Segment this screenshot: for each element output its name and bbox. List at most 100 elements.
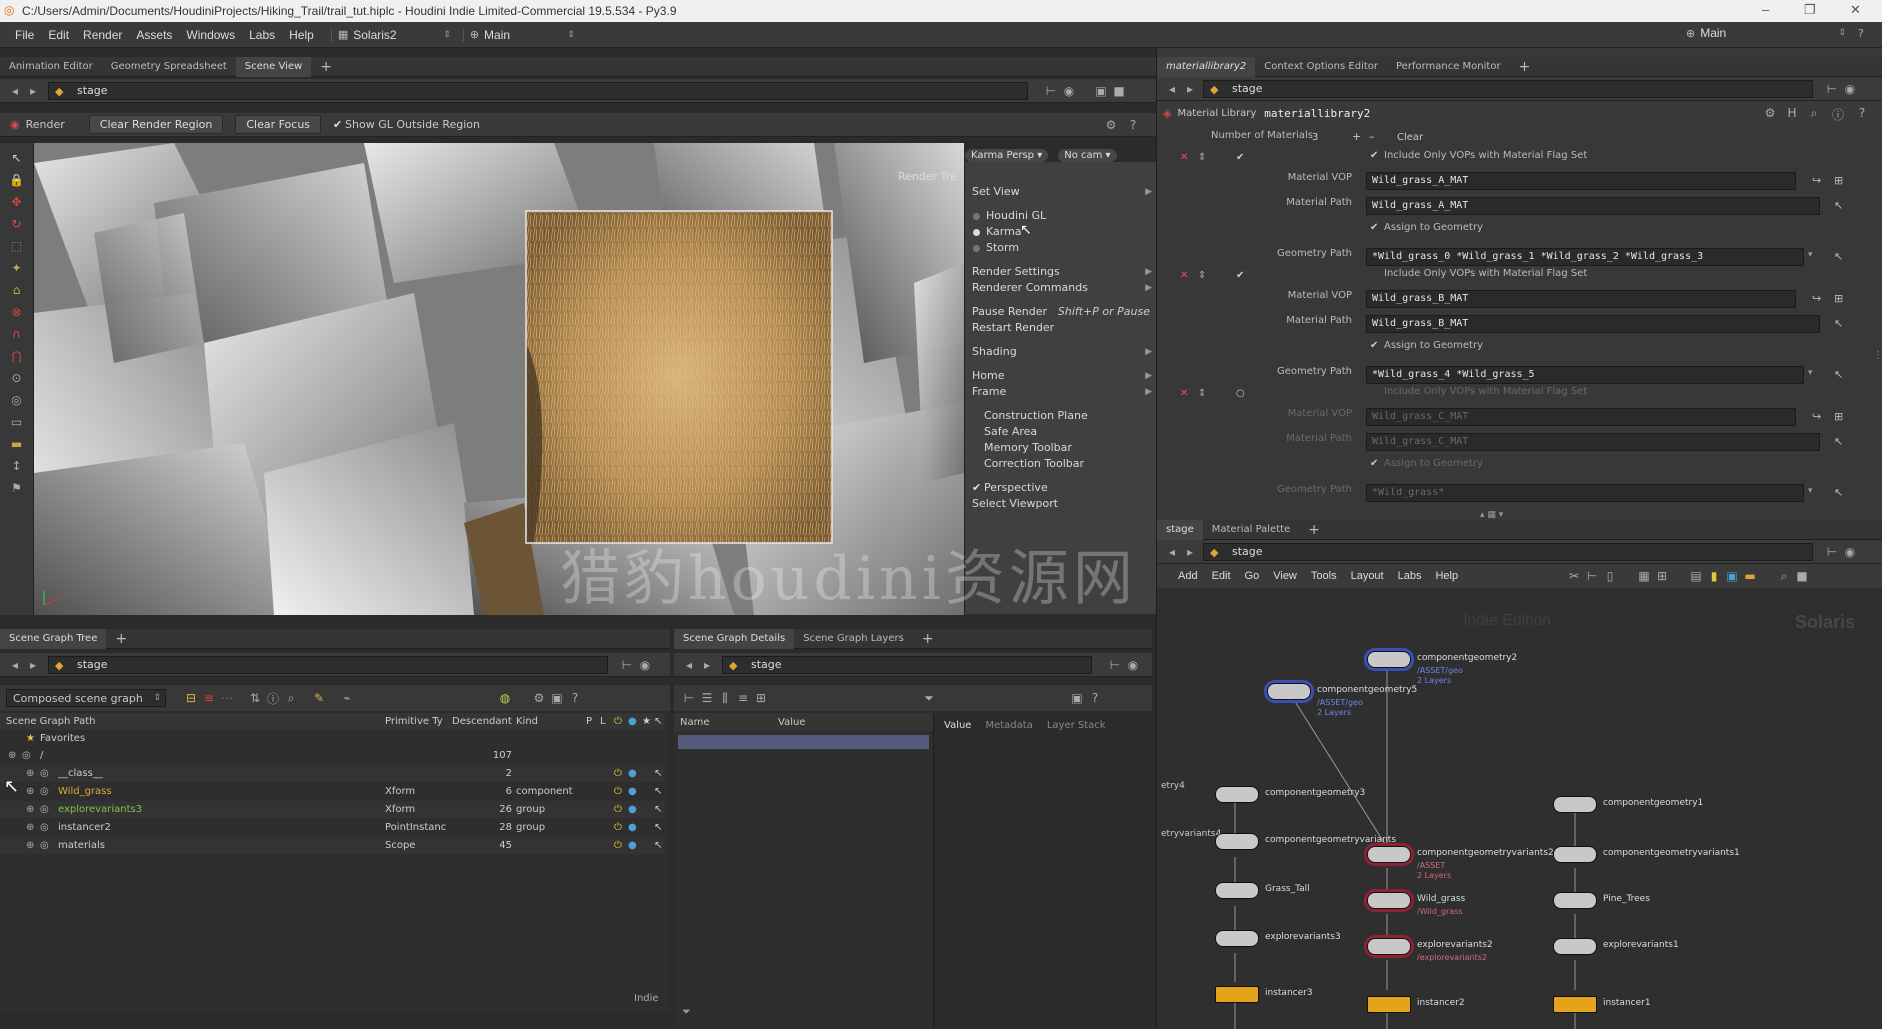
menu-assets[interactable]: Assets xyxy=(129,28,179,42)
expand-icon[interactable]: ⊕ xyxy=(26,801,34,818)
menu-windows[interactable]: Windows xyxy=(179,28,242,42)
close-button[interactable]: ✕ xyxy=(1850,2,1861,18)
scale-tool-icon[interactable]: ⬚ xyxy=(8,239,26,253)
snap-tool-icon[interactable]: ∩ xyxy=(8,327,26,341)
menu-restart-render[interactable]: Restart Render xyxy=(965,320,1158,336)
visibility-icon[interactable]: ⏻ xyxy=(614,783,622,800)
network-node[interactable] xyxy=(1553,938,1597,955)
tab-performance-monitor[interactable]: Performance Monitor xyxy=(1387,57,1510,77)
menu-shading[interactable]: Shading ▶ xyxy=(965,344,1158,360)
solo-icon[interactable]: ● xyxy=(628,819,637,836)
rotate-tool-icon[interactable]: ↻ xyxy=(8,217,26,231)
menu-select-viewport[interactable]: Select Viewport xyxy=(965,496,1158,512)
add-tab-button[interactable]: + xyxy=(1510,57,1540,77)
info-icon[interactable]: ⓘ xyxy=(1829,106,1847,123)
table-row[interactable]: ⊕ ◎ explorevariants3 Xform 26 group ⏻ ● ↖ xyxy=(0,801,664,818)
geometry-path-field[interactable]: *Wild_grass_0 *Wild_grass_1 *Wild_grass_… xyxy=(1366,248,1804,266)
geometry-path-field[interactable]: *Wild_grass_4 *Wild_grass_5 xyxy=(1366,366,1804,384)
parameter-path-field[interactable]: ◆ stage xyxy=(1203,79,1813,98)
brush-icon[interactable]: ✎ xyxy=(310,691,328,705)
globe-icon[interactable]: ◍ xyxy=(496,691,514,705)
selected-attribute-row[interactable] xyxy=(678,735,929,749)
table-row[interactable]: ⊕ ◎ Wild_grass Xform 6 component ⏻ ● ↖ xyxy=(0,783,664,800)
show-gl-checkbox[interactable]: ✔ xyxy=(333,118,342,131)
lighting-icon[interactable]: ▬ xyxy=(8,437,26,451)
camera-icon[interactable]: ▣ xyxy=(1068,691,1086,705)
jump-icon[interactable]: ↪ xyxy=(1812,292,1821,305)
maximize-pane-icon[interactable]: ■ xyxy=(1110,84,1128,98)
jump-icon[interactable]: ↪ xyxy=(1812,174,1821,187)
include-vops-row[interactable]: Include Only VOPs with Material Flag Set xyxy=(1156,268,1882,288)
forward-icon[interactable]: ▸ xyxy=(1181,82,1199,96)
table-row[interactable]: ⊕ ◎ __class__ 2 ⏻ ● ↖ xyxy=(0,765,664,782)
forward-icon[interactable]: ▸ xyxy=(24,658,42,672)
resize-handle-icon[interactable]: ▴ ▦ ▾ xyxy=(1480,510,1503,520)
help-icon[interactable]: ? xyxy=(1853,106,1871,120)
select-tool-icon[interactable]: ↖ xyxy=(8,151,26,165)
select-arrow-icon[interactable]: ↖ xyxy=(1834,486,1843,499)
dropdown-icon[interactable]: ▾ xyxy=(1808,368,1813,378)
renderer-menu[interactable]: Karma Persp ▾ xyxy=(964,147,1050,163)
material-path-field[interactable]: Wild_grass_C_MAT xyxy=(1366,433,1820,451)
search-icon[interactable]: ⌕ xyxy=(282,691,300,706)
jump-icon[interactable]: ↪ xyxy=(1812,410,1821,423)
select-arrow-icon[interactable]: ↖ xyxy=(1834,199,1843,212)
scene-mode-select[interactable]: Composed scene graph ⇕ xyxy=(6,689,166,707)
node-chooser-icon[interactable]: ⊞ xyxy=(1834,174,1843,187)
material-vop-field[interactable]: Wild_grass_A_MAT xyxy=(1366,172,1796,190)
visibility-icon[interactable]: ⏻ xyxy=(614,765,622,782)
col-l[interactable]: L xyxy=(600,713,606,730)
forward-icon[interactable]: ▸ xyxy=(24,84,42,98)
network-node[interactable] xyxy=(1215,986,1259,1003)
select-arrow-icon[interactable]: ↖ xyxy=(1834,250,1843,263)
transform-tool-icon[interactable]: ✥ xyxy=(8,195,26,209)
assign-checkbox[interactable]: ✔ xyxy=(1370,340,1378,351)
right-context-selector[interactable]: ⊕ Main ⇕ xyxy=(1686,26,1846,40)
tab-animation-editor[interactable]: Animation Editor xyxy=(0,57,102,77)
tab-value[interactable]: Value xyxy=(944,720,971,731)
material-vop-field[interactable]: Wild_grass_C_MAT xyxy=(1366,408,1796,426)
tree-icon[interactable]: ⊢ xyxy=(680,691,698,705)
back-icon[interactable]: ◂ xyxy=(1163,82,1181,96)
include-vops-row[interactable]: Include Only VOPs with Material Flag Set xyxy=(1156,386,1882,406)
filter-icon[interactable]: ⏷ xyxy=(920,691,938,706)
menu-set-view[interactable]: Set View ▶ xyxy=(965,184,1158,200)
network-node[interactable] xyxy=(1553,996,1597,1013)
pin-icon[interactable]: ⊢ xyxy=(1042,84,1060,98)
trs-icon[interactable]: ⊞ xyxy=(752,691,770,705)
columns-icon[interactable]: ⫼ xyxy=(716,691,734,706)
viewer-path-field[interactable]: ◆ stage xyxy=(48,81,1028,100)
filter-icon[interactable]: ⏷ xyxy=(682,1005,691,1019)
network-node[interactable] xyxy=(1367,846,1411,863)
solo-icon[interactable]: ● xyxy=(628,765,637,782)
include-vops-checkbox[interactable] xyxy=(1370,268,1376,279)
expand-icon[interactable]: ⊕ xyxy=(8,747,16,764)
scrollbar-handle-icon[interactable]: ⋮ xyxy=(1873,350,1882,361)
select-arrow-icon[interactable]: ↖ xyxy=(1834,368,1843,381)
table-row[interactable]: ⊕ ◎ materials Scope 45 ⏻ ● ↖ xyxy=(0,837,664,854)
search-icon[interactable]: ⌕ xyxy=(1805,106,1823,121)
col-kind[interactable]: Kind xyxy=(516,713,538,730)
clear-focus-button[interactable]: Clear Focus xyxy=(235,115,322,134)
menu-pause-render[interactable]: Pause Render Shift+P or Pause xyxy=(965,304,1158,320)
tab-materiallibrary2[interactable]: materiallibrary2 xyxy=(1157,56,1256,77)
render-label[interactable]: Render xyxy=(26,118,65,131)
assign-row[interactable]: ✔ Assign to Geometry xyxy=(1156,458,1882,478)
select-arrow-icon[interactable]: ↖ xyxy=(1834,317,1843,330)
list-icon[interactable]: ☰ xyxy=(698,691,716,705)
add-tab-button[interactable]: + xyxy=(106,629,136,649)
menu-labs[interactable]: Labs xyxy=(242,28,282,42)
assign-checkbox[interactable]: ✔ xyxy=(1370,222,1378,233)
menu-safe-area[interactable]: Safe Area xyxy=(965,424,1158,440)
scenegraph-path-field[interactable]: ◆ stage xyxy=(48,655,608,674)
link-icon[interactable]: ◉ xyxy=(636,658,654,672)
gear-icon[interactable]: ⚙ xyxy=(530,691,548,705)
rows-icon[interactable]: ≡ xyxy=(734,691,752,705)
menu-render-settings[interactable]: Render Settings ▶ xyxy=(965,264,1158,280)
link-tool-icon[interactable]: ⌁ xyxy=(338,691,356,705)
camera-tool-icon[interactable]: ⌂ xyxy=(8,283,26,297)
menu-home[interactable]: Home ▶ xyxy=(965,368,1158,384)
add-tab-button[interactable]: + xyxy=(311,57,341,77)
filter-icon[interactable]: ≡ xyxy=(200,691,218,705)
table-row[interactable]: ⊕ ◎ instancer2 PointInstanc 28 group ⏻ ● ↖ xyxy=(0,819,664,836)
